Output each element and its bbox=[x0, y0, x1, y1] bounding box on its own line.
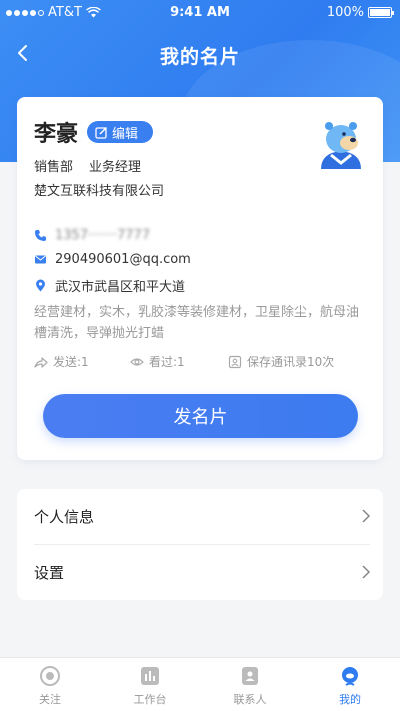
workbench-icon bbox=[141, 667, 159, 685]
menu-item-settings[interactable]: 设置 bbox=[17, 545, 383, 600]
nav-bar: 我的名片 bbox=[0, 34, 400, 74]
tab-focus[interactable]: 关注 bbox=[0, 658, 100, 711]
settings-menu: 个人信息 设置 bbox=[17, 489, 383, 600]
card-name: 李豪 bbox=[34, 122, 79, 147]
mine-icon bbox=[342, 667, 358, 686]
email: 290490601@qq.com bbox=[55, 252, 191, 267]
tab-label: 关注 bbox=[39, 693, 61, 706]
contact-card-icon bbox=[228, 355, 242, 368]
tab-contacts[interactable]: 联系人 bbox=[200, 658, 300, 711]
contacts-icon bbox=[242, 667, 258, 685]
email-row[interactable]: 290490601@qq.com bbox=[34, 252, 191, 267]
eye-icon bbox=[130, 357, 144, 366]
edit-label: 编辑 bbox=[112, 126, 139, 142]
tab-label: 联系人 bbox=[233, 693, 267, 706]
tab-label: 工作台 bbox=[133, 693, 167, 706]
status-bar: AT&T 9:41 AM 100% bbox=[0, 0, 400, 26]
tab-mine[interactable]: 我的 bbox=[300, 658, 400, 711]
address-row[interactable]: 武汉市武昌区和平大道 bbox=[34, 276, 185, 295]
saved-stat: 保存通讯录10次 bbox=[228, 353, 334, 370]
focus-icon bbox=[40, 666, 60, 686]
location-icon bbox=[36, 279, 45, 292]
company-name: 楚文互联科技有限公司 bbox=[34, 184, 165, 199]
tab-workbench[interactable]: 工作台 bbox=[100, 658, 200, 711]
sent-stat: 发送:1 bbox=[34, 353, 130, 370]
saved-count: 保存通讯录10次 bbox=[247, 355, 335, 369]
edit-button[interactable]: 编辑 bbox=[87, 121, 153, 143]
menu-item-personal-info[interactable]: 个人信息 bbox=[17, 489, 383, 544]
department: 销售部 bbox=[34, 160, 74, 175]
mail-icon bbox=[35, 255, 46, 264]
menu-item-label: 设置 bbox=[34, 564, 65, 582]
battery-icon bbox=[368, 7, 394, 18]
tab-bar: 关注 工作台 联系人 我的 bbox=[0, 657, 400, 711]
chevron-right-icon bbox=[362, 565, 371, 579]
phone-number: 1357·······7777 bbox=[55, 228, 151, 243]
share-icon bbox=[34, 356, 48, 368]
battery-percent: 100% bbox=[326, 5, 364, 20]
edit-icon bbox=[95, 126, 108, 139]
business-card: 李豪 编辑 销售部 业务经理 楚文互联科技有限公司 1357·······777… bbox=[17, 97, 383, 460]
address: 武汉市武昌区和平大道 bbox=[55, 280, 186, 295]
page-title: 我的名片 bbox=[159, 46, 240, 68]
avatar[interactable] bbox=[315, 117, 367, 169]
chevron-right-icon bbox=[362, 509, 371, 523]
viewed-stat: 看过:1 bbox=[130, 353, 228, 370]
card-stats: 发送:1 看过:1 保存通讯录10次 bbox=[34, 353, 370, 370]
viewed-count: 看过:1 bbox=[149, 355, 185, 369]
job-title: 业务经理 bbox=[89, 160, 142, 175]
send-card-button[interactable]: 发名片 bbox=[43, 394, 358, 438]
phone-row[interactable]: 1357·······7777 bbox=[34, 228, 150, 243]
phone-icon bbox=[35, 230, 46, 241]
menu-item-label: 个人信息 bbox=[34, 508, 95, 526]
sent-count: 发送:1 bbox=[53, 355, 89, 369]
business-scope: 经营建材，实木，乳胶漆等装修建材，卫星除尘，航母油槽清洗，导弹抛光打蜡 bbox=[34, 305, 360, 341]
tab-label: 我的 bbox=[339, 693, 361, 706]
